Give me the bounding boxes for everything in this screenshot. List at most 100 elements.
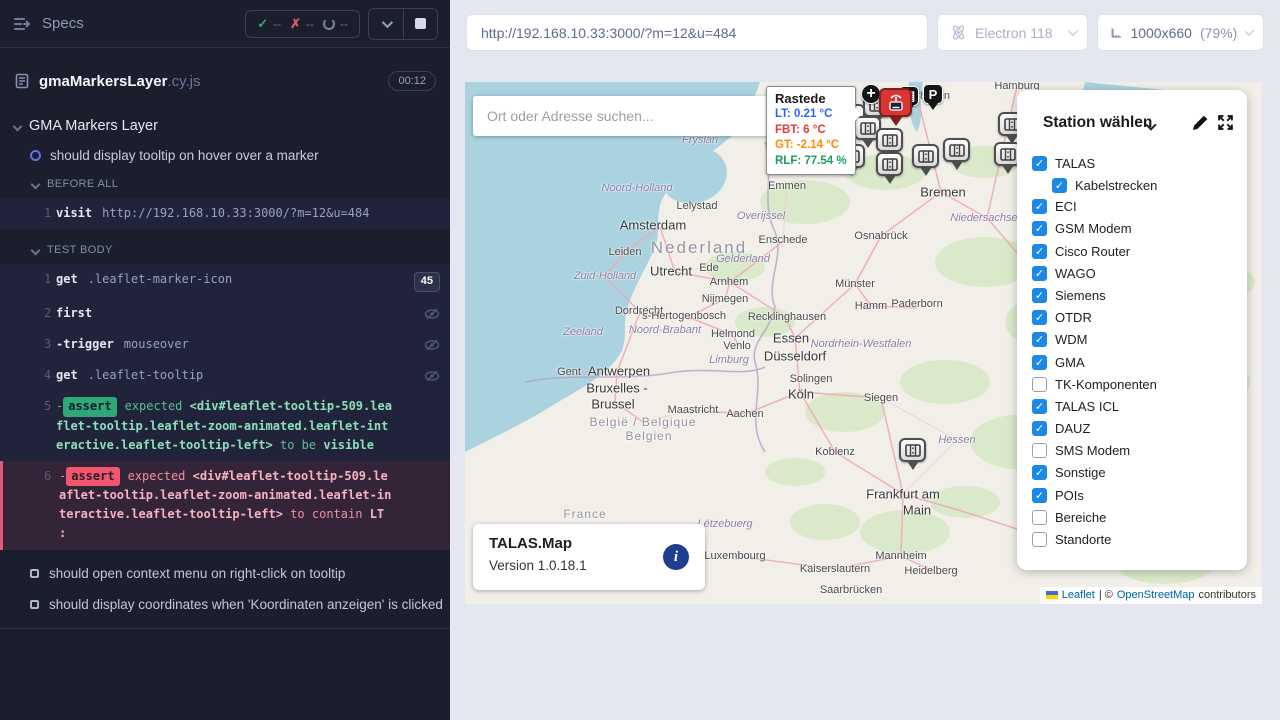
- specs-title[interactable]: Specs: [42, 15, 84, 32]
- assert-passed-row[interactable]: 5 -assertexpected <div#leaflet-tooltip-5…: [0, 391, 450, 461]
- browser-selector[interactable]: Electron 118: [937, 14, 1088, 51]
- checkbox-checked[interactable]: ✓: [1052, 178, 1067, 193]
- station-checkbox-item[interactable]: ✓Sonstige: [1032, 465, 1247, 480]
- spec-file-row[interactable]: gmaMarkersLayer.cy.js 00:12: [0, 64, 450, 98]
- station-label: Standorte: [1055, 532, 1111, 547]
- station-checkbox-list: ✓TALAS✓Kabelstrecken✓ECI✓GSM Modem✓Cisco…: [1017, 146, 1247, 547]
- station-checkbox-item[interactable]: ✓ TALAS ICL: [1032, 399, 1247, 414]
- station-checkbox-item[interactable]: ✓Siemens: [1032, 288, 1247, 303]
- stop-button[interactable]: [403, 9, 437, 39]
- station-label: POIs: [1055, 488, 1084, 503]
- station-label: OTDR: [1055, 310, 1092, 325]
- station-checkbox-item[interactable]: ✓ POIs: [1032, 488, 1247, 503]
- map-search-input[interactable]: [473, 96, 777, 136]
- station-label: DAUZ: [1055, 421, 1090, 436]
- spec-file-icon: [14, 73, 30, 89]
- info-icon[interactable]: i: [663, 544, 689, 570]
- checkbox-checked[interactable]: ✓: [1032, 244, 1047, 259]
- command-row[interactable]: 4 get.leaflet-tooltip: [0, 360, 450, 391]
- parking-marker[interactable]: P: [923, 84, 943, 115]
- checkbox-unchecked[interactable]: [1032, 443, 1047, 458]
- leaflet-link[interactable]: Leaflet: [1062, 589, 1095, 601]
- station-marker[interactable]: [943, 138, 970, 176]
- test-stats: ✓-- ✗-- --: [245, 10, 360, 38]
- station-checkbox-item[interactable]: SMS Modem: [1032, 443, 1247, 458]
- station-checkbox-item[interactable]: ✓ WAGO: [1032, 266, 1247, 281]
- spec-duration-badge: 00:12: [388, 71, 436, 91]
- pending-square-icon: [30, 569, 39, 578]
- station-marker[interactable]: [899, 438, 926, 476]
- station-checkbox-item[interactable]: ✓GSM Modem: [1032, 221, 1247, 236]
- marker-tooltip[interactable]: Rastede LT: 0.21 °C FBT: 6 °C GT: -2.14 …: [766, 86, 856, 175]
- stop-icon: [415, 18, 426, 29]
- command-row[interactable]: 1 get.leaflet-marker-icon 45: [0, 264, 450, 298]
- leaflet-map[interactable]: FryslânNoord-HollandLelystadAmsterdamNed…: [465, 82, 1262, 604]
- assert-failed-row[interactable]: 6 -assertexpected <div#leaflet-tooltip-5…: [0, 461, 450, 550]
- checkbox-checked[interactable]: ✓: [1032, 355, 1047, 370]
- collapse-all-button[interactable]: [369, 9, 403, 39]
- checkbox-checked[interactable]: ✓: [1032, 288, 1047, 303]
- cluster-add-marker[interactable]: +: [861, 84, 881, 104]
- specs-menu-icon[interactable]: [12, 14, 32, 34]
- station-marker[interactable]: [912, 144, 939, 182]
- active-test-title[interactable]: should display tooltip on hover over a m…: [0, 148, 450, 163]
- pending-test-row[interactable]: should display coordinates when 'Koordin…: [0, 597, 450, 612]
- command-row[interactable]: 3 -triggermouseover: [0, 329, 450, 360]
- checkbox-checked[interactable]: ✓: [1032, 199, 1047, 214]
- station-panel-title[interactable]: Station wählen: [1043, 114, 1152, 132]
- checkbox-unchecked[interactable]: [1032, 377, 1047, 392]
- edit-pencil-icon[interactable]: [1192, 114, 1209, 131]
- station-layer-panel: Station wählen ✓TALAS✓Kabelstrecken✓ECI✓…: [1017, 90, 1247, 570]
- station-panel-header: Station wählen: [1017, 110, 1247, 146]
- station-checkbox-item[interactable]: Bereiche: [1032, 510, 1247, 525]
- checkbox-checked[interactable]: ✓: [1032, 465, 1047, 480]
- osm-link[interactable]: OpenStreetMap: [1117, 589, 1195, 601]
- checkbox-checked[interactable]: ✓: [1032, 266, 1047, 281]
- checkbox-checked[interactable]: ✓: [1032, 310, 1047, 325]
- checkbox-checked[interactable]: ✓: [1032, 332, 1047, 347]
- stat-failed: ✗--: [290, 16, 314, 32]
- station-label: TALAS ICL: [1055, 399, 1119, 414]
- test-body-section[interactable]: TEST BODY: [0, 244, 450, 256]
- station-label: SMS Modem: [1055, 443, 1130, 458]
- station-label: Cisco Router: [1055, 244, 1130, 259]
- hidden-eye-icon: [424, 306, 440, 322]
- checkbox-unchecked[interactable]: [1032, 510, 1047, 525]
- pending-test-row[interactable]: should open context menu on right-click …: [0, 566, 450, 581]
- checkbox-checked[interactable]: ✓: [1032, 399, 1047, 414]
- alarm-station-marker[interactable]: [879, 88, 912, 133]
- electron-icon: [950, 24, 967, 41]
- passed-check-icon: ✓: [257, 16, 268, 32]
- station-checkbox-item[interactable]: ✓TALAS: [1032, 156, 1247, 171]
- url-input[interactable]: [466, 14, 928, 51]
- station-checkbox-item[interactable]: ✓ECI: [1032, 199, 1247, 214]
- command-row[interactable]: 1 visithttp://192.168.10.33:3000/?m=12&u…: [0, 198, 450, 229]
- checkbox-unchecked[interactable]: [1032, 532, 1047, 547]
- checkbox-checked[interactable]: ✓: [1032, 156, 1047, 171]
- station-checkbox-item[interactable]: ✓GMA: [1032, 355, 1247, 370]
- suite-title[interactable]: GMA Markers Layer: [0, 118, 450, 134]
- checkbox-checked[interactable]: ✓: [1032, 221, 1047, 236]
- station-marker[interactable]: [876, 152, 903, 190]
- station-checkbox-item[interactable]: TK-Komponenten: [1032, 377, 1247, 392]
- station-checkbox-item[interactable]: ✓ OTDR: [1032, 310, 1247, 325]
- viewport-selector[interactable]: 1000x660 (79%): [1097, 14, 1264, 51]
- chevron-down-icon: [382, 16, 393, 27]
- station-checkbox-item[interactable]: Standorte: [1032, 532, 1247, 547]
- reporter-controls: [368, 8, 438, 40]
- station-checkbox-item[interactable]: ✓ Cisco Router: [1032, 244, 1247, 259]
- checkbox-checked[interactable]: ✓: [1032, 488, 1047, 503]
- station-checkbox-item[interactable]: ✓ DAUZ: [1032, 421, 1247, 436]
- map-attribution: Leaflet | © OpenStreetMap contributors: [1040, 587, 1262, 604]
- pending-spinner-icon: [323, 18, 335, 30]
- checkbox-checked[interactable]: ✓: [1032, 421, 1047, 436]
- hidden-eye-icon: [424, 368, 440, 384]
- station-checkbox-item[interactable]: ✓Kabelstrecken: [1052, 178, 1247, 193]
- station-label: WAGO: [1055, 266, 1096, 281]
- stat-pending: --: [323, 17, 348, 31]
- station-checkbox-item[interactable]: ✓WDM: [1032, 332, 1247, 347]
- pending-square-icon: [30, 600, 39, 609]
- before-all-section[interactable]: BEFORE ALL: [0, 178, 450, 190]
- command-row[interactable]: 2 first: [0, 298, 450, 329]
- fullscreen-expand-icon[interactable]: [1217, 114, 1234, 131]
